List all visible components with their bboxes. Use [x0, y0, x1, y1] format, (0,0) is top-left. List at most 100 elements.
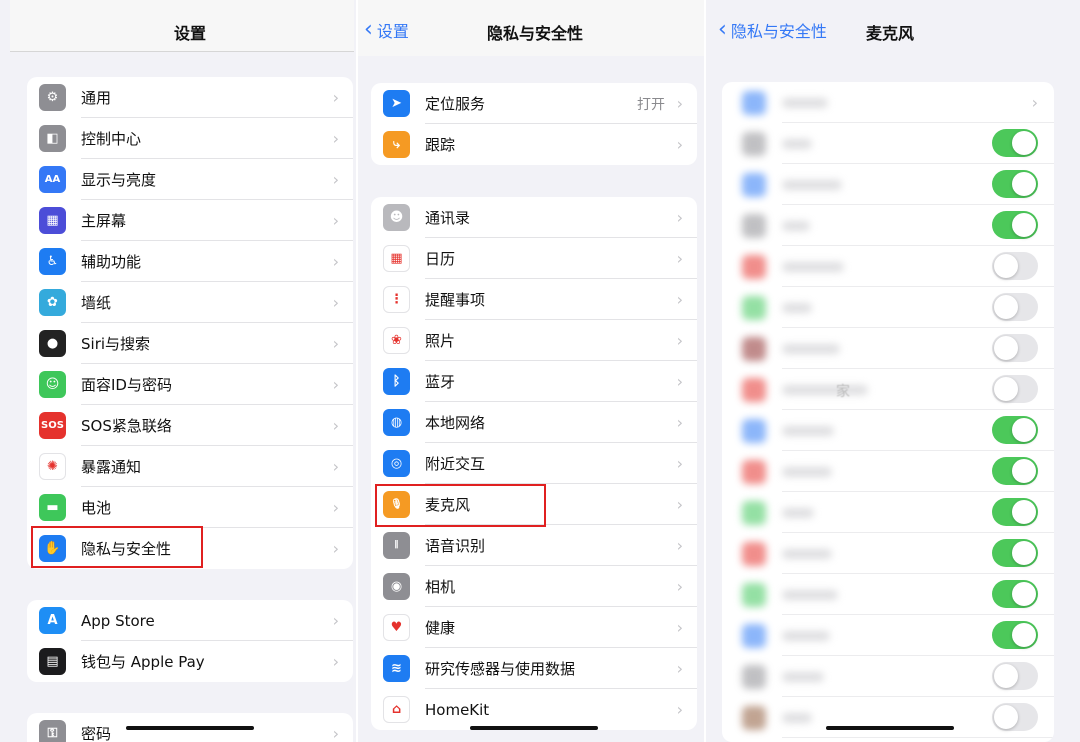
row-label: 定位服务 [425, 95, 486, 113]
chevron-right-icon: › [676, 495, 683, 514]
microphone-access-toggle[interactable] [992, 580, 1038, 608]
settings-row-location-arrow[interactable]: ➤ 定位服务 打开 › [371, 83, 697, 124]
microphone-access-toggle[interactable] [992, 703, 1038, 731]
app-row[interactable] [722, 369, 1054, 410]
settings-group-main: ⚙ 通用 › ◧ 控制中心 › AA 显示与亮度 › ▦ 主屏幕 › ♿ 辅助功能 › ✿ 墙纸 › ● Siri与搜… [27, 77, 353, 569]
gear-icon: ⚙ [39, 84, 66, 111]
app-icon [742, 542, 766, 566]
app-row[interactable] [722, 123, 1054, 164]
app-row[interactable]: › [722, 82, 1054, 123]
settings-row-siri[interactable]: ● Siri与搜索 › [27, 323, 353, 364]
microphone-access-toggle[interactable] [992, 621, 1038, 649]
privacy-navbar: ‹ 设置 隐私与安全性 [358, 0, 704, 56]
toggle-knob [994, 295, 1018, 319]
chevron-right-icon: › [332, 375, 339, 394]
settings-row-exposure[interactable]: ✺ 暴露通知 › [27, 446, 353, 487]
chevron-right-icon: › [676, 413, 683, 432]
chevron-right-icon: › [676, 659, 683, 678]
app-row[interactable] [722, 615, 1054, 656]
toggle-icon: ◧ [39, 125, 66, 152]
app-row[interactable] [722, 656, 1054, 697]
app-name-blurred [782, 303, 812, 313]
app-row[interactable] [722, 246, 1054, 287]
settings-panel: 设置 ⚙ 通用 › ◧ 控制中心 › AA 显示与亮度 › ▦ 主屏幕 › ♿ 辅助功能 › ✿ 墙纸 › ● Sir… [0, 0, 356, 742]
settings-row-accessibility[interactable]: ♿ 辅助功能 › [27, 241, 353, 282]
microphone-access-toggle[interactable] [992, 375, 1038, 403]
settings-row-home[interactable]: ⌂ HomeKit › [371, 689, 697, 730]
waveform-icon: 𝄃 [383, 532, 410, 559]
bluetooth-icon: ᛒ [383, 368, 410, 395]
chevron-left-icon: ‹ [718, 17, 727, 42]
back-button-settings[interactable]: ‹ 设置 [364, 18, 409, 42]
microphone-access-toggle[interactable] [992, 129, 1038, 157]
microphone-access-toggle[interactable] [992, 211, 1038, 239]
settings-row-gear[interactable]: ⚙ 通用 › [27, 77, 353, 118]
settings-row-text-size[interactable]: AA 显示与亮度 › [27, 159, 353, 200]
toggle-knob [994, 336, 1018, 360]
home-icon: ⌂ [383, 696, 410, 723]
app-row[interactable] [722, 205, 1054, 246]
app-row[interactable] [722, 533, 1054, 574]
settings-row-reminders[interactable]: ⋮ 提醒事项 › [371, 279, 697, 320]
settings-row-waveform[interactable]: 𝄃 语音识别 › [371, 525, 697, 566]
settings-row-wallet[interactable]: ▤ 钱包与 Apple Pay › [27, 641, 353, 682]
microphone-access-toggle[interactable] [992, 498, 1038, 526]
highlight-privacy [31, 526, 203, 568]
app-row[interactable] [722, 164, 1054, 205]
app-row[interactable] [722, 697, 1054, 738]
toggle-knob [1012, 131, 1036, 155]
back-button-privacy[interactable]: ‹ 隐私与安全性 [718, 18, 827, 42]
row-label: 面容ID与密码 [81, 376, 172, 394]
app-row[interactable] [722, 451, 1054, 492]
chevron-right-icon: › [676, 700, 683, 719]
microphone-access-toggle[interactable] [992, 416, 1038, 444]
settings-row-home-grid[interactable]: ▦ 主屏幕 › [27, 200, 353, 241]
settings-row-heart[interactable]: ♥ 健康 › [371, 607, 697, 648]
microphone-access-toggle[interactable] [992, 457, 1038, 485]
app-row[interactable] [722, 492, 1054, 533]
settings-row-research[interactable]: ≋ 研究传感器与使用数据 › [371, 648, 697, 689]
chevron-right-icon: › [676, 290, 683, 309]
chevron-right-icon: › [332, 416, 339, 435]
settings-row-flower[interactable]: ✿ 墙纸 › [27, 282, 353, 323]
chevron-right-icon: › [332, 457, 339, 476]
blurred-text: 家 [836, 384, 850, 400]
app-icon [742, 583, 766, 607]
microphone-access-toggle[interactable] [992, 539, 1038, 567]
settings-row-photos[interactable]: ❀ 照片 › [371, 320, 697, 361]
settings-row-calendar[interactable]: ▦ 日历 › [371, 238, 697, 279]
app-row[interactable] [722, 410, 1054, 451]
home-grid-icon: ▦ [39, 207, 66, 234]
settings-row-sos[interactable]: SOS SOS紧急联络 › [27, 405, 353, 446]
contacts-icon: ☻ [383, 204, 410, 231]
microphone-access-toggle[interactable] [992, 252, 1038, 280]
settings-row-globe[interactable]: ◍ 本地网络 › [371, 402, 697, 443]
highlight-microphone [375, 484, 546, 527]
microphone-access-toggle[interactable] [992, 662, 1038, 690]
home-indicator [470, 726, 598, 730]
camera-icon: ◉ [383, 573, 410, 600]
settings-row-camera[interactable]: ◉ 相机 › [371, 566, 697, 607]
app-row[interactable] [722, 574, 1054, 615]
settings-row-tracking[interactable]: ⤷ 跟踪 › [371, 124, 697, 165]
chevron-right-icon: › [332, 498, 339, 517]
chevron-right-icon: › [332, 334, 339, 353]
microphone-access-toggle[interactable] [992, 334, 1038, 362]
app-name-blurred [782, 385, 868, 395]
settings-row-nearby[interactable]: ◎ 附近交互 › [371, 443, 697, 484]
settings-row-face-id[interactable]: ☺ 面容ID与密码 › [27, 364, 353, 405]
tracking-icon: ⤷ [383, 131, 410, 158]
settings-row-toggle[interactable]: ◧ 控制中心 › [27, 118, 353, 159]
microphone-access-toggle[interactable] [992, 293, 1038, 321]
settings-row-contacts[interactable]: ☻ 通讯录 › [371, 197, 697, 238]
settings-row-battery[interactable]: ▬ 电池 › [27, 487, 353, 528]
app-icon [742, 665, 766, 689]
microphone-access-toggle[interactable] [992, 170, 1038, 198]
settings-row-bluetooth[interactable]: ᛒ 蓝牙 › [371, 361, 697, 402]
row-label: 主屏幕 [81, 212, 127, 230]
settings-row-app-store[interactable]: A App Store › [27, 600, 353, 641]
app-name-blurred [782, 713, 812, 723]
app-row[interactable] [722, 328, 1054, 369]
row-label: 钱包与 Apple Pay [81, 653, 205, 671]
app-row[interactable] [722, 287, 1054, 328]
